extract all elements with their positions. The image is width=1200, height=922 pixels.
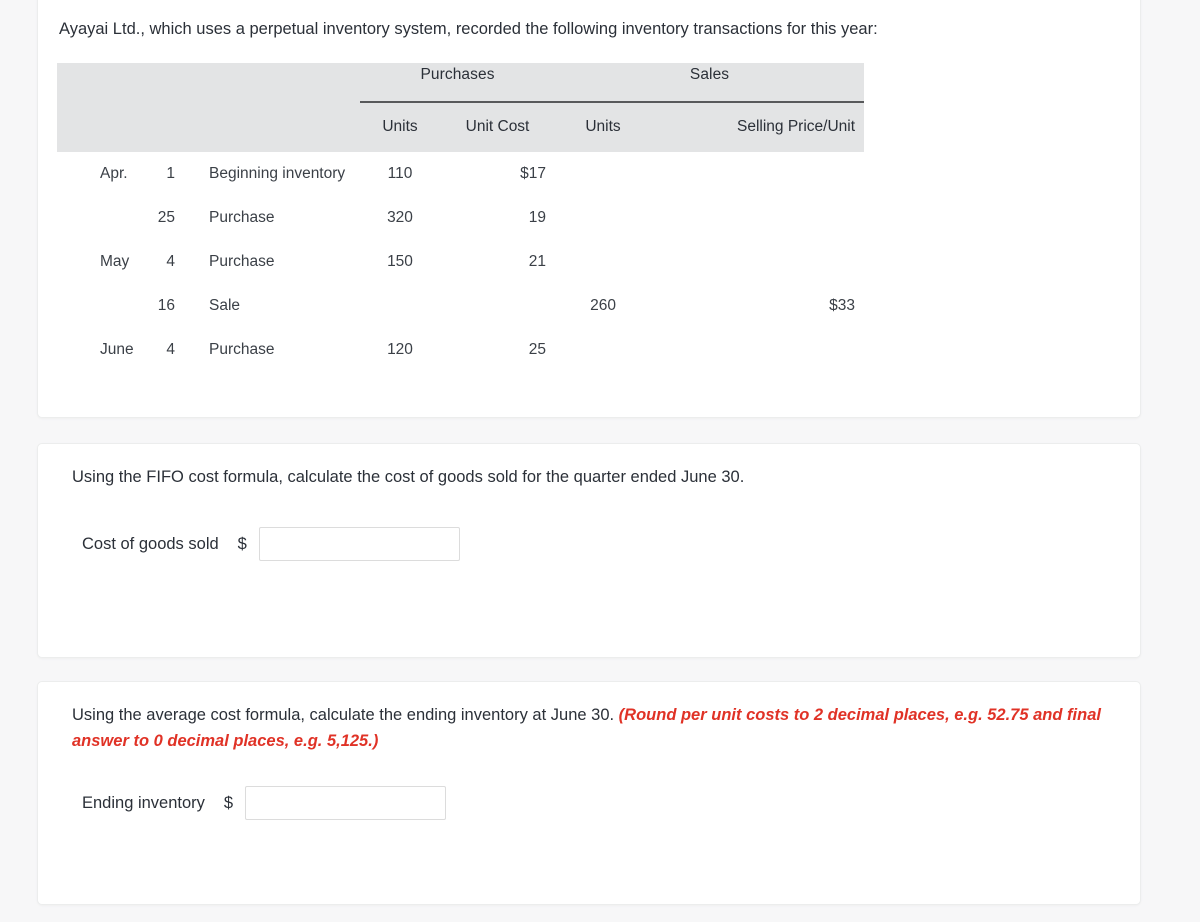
cell-description: Purchase xyxy=(209,209,275,226)
table-header: Purchases Sales Units Unit Cost Units Se… xyxy=(57,63,865,152)
cell-purchase-units: 120 xyxy=(387,341,413,358)
table-row: Apr. 1 Beginning inventory 110 $17 xyxy=(57,152,864,196)
column-header-selling-price-unit: Selling Price/Unit xyxy=(651,105,865,152)
inventory-transactions-table: Purchases Sales Units Unit Cost Units Se… xyxy=(57,63,865,372)
cell-month: May xyxy=(100,253,130,270)
cell-purchase-units: 150 xyxy=(387,253,413,270)
column-header-description xyxy=(181,105,360,152)
table-body: Apr. 1 Beginning inventory 110 $17 25 Pu… xyxy=(57,152,864,372)
average-question-text: Using the average cost formula, calculat… xyxy=(72,702,1112,754)
column-header-purchase-unit-cost: Unit Cost xyxy=(440,105,556,152)
cost-of-goods-sold-input[interactable] xyxy=(258,527,460,561)
table-row: May 4 Purchase 150 21 xyxy=(57,240,864,284)
cell-purchase-units xyxy=(360,284,440,328)
exercise-page: Ayayai Ltd., which uses a perpetual inve… xyxy=(0,0,1200,922)
ending-inventory-input[interactable] xyxy=(245,786,447,820)
cell-sales-units xyxy=(555,196,651,240)
purchases-underline xyxy=(360,100,556,103)
cell-sales-units xyxy=(555,240,651,284)
transactions-card: Ayayai Ltd., which uses a perpetual inve… xyxy=(37,0,1141,418)
column-header-month xyxy=(57,105,119,152)
group-header-sales-label: Sales xyxy=(689,65,730,83)
column-header-day xyxy=(119,105,181,152)
cell-purchase-unit-cost xyxy=(440,284,555,328)
cell-purchase-unit-cost: 21 xyxy=(528,253,547,270)
cell-day: 1 xyxy=(166,165,175,182)
cell-month: June xyxy=(100,341,134,358)
cost-of-goods-sold-label: Cost of goods sold xyxy=(82,534,219,553)
average-cost-question-card: Using the average cost formula, calculat… xyxy=(37,681,1141,905)
group-header-sales: Sales xyxy=(555,63,865,105)
cell-sales-units: 260 xyxy=(590,297,616,314)
column-header-row: Units Unit Cost Units Selling Price/Unit xyxy=(57,105,865,152)
group-header-spacer xyxy=(57,63,360,105)
column-header-purchase-units: Units xyxy=(360,105,440,152)
cell-selling-price xyxy=(651,328,864,372)
cell-purchase-unit-cost: 25 xyxy=(528,341,547,358)
cell-month xyxy=(57,196,119,240)
cell-description: Beginning inventory xyxy=(209,165,346,182)
cell-purchase-units: 320 xyxy=(387,209,413,226)
cell-selling-price xyxy=(651,152,864,196)
fifo-answer-row: Cost of goods sold $ xyxy=(82,527,460,561)
table-row: 16 Sale 260 $33 xyxy=(57,284,864,328)
cell-day: 25 xyxy=(157,209,175,226)
cell-selling-price xyxy=(651,240,864,284)
cell-selling-price xyxy=(651,196,864,240)
cell-selling-price: $33 xyxy=(829,297,856,314)
table-row: 25 Purchase 320 19 xyxy=(57,196,864,240)
cell-sales-units xyxy=(555,328,651,372)
group-header-purchases-label: Purchases xyxy=(420,65,495,83)
dollar-sign-icon: $ xyxy=(237,534,247,553)
cell-description: Purchase xyxy=(209,253,275,270)
cell-sales-units xyxy=(555,152,651,196)
cell-day: 16 xyxy=(157,297,175,314)
fifo-question-card: Using the FIFO cost formula, calculate t… xyxy=(37,443,1141,658)
cell-purchase-unit-cost: $17 xyxy=(520,165,547,182)
column-header-sales-units: Units xyxy=(555,105,652,152)
group-header-row: Purchases Sales xyxy=(57,63,865,105)
cell-purchase-unit-cost: 19 xyxy=(528,209,547,226)
cell-description: Purchase xyxy=(209,341,275,358)
cell-month: Apr. xyxy=(100,165,128,182)
cell-month xyxy=(57,284,119,328)
group-header-purchases: Purchases xyxy=(360,63,556,105)
cell-description: Sale xyxy=(209,297,241,314)
average-answer-row: Ending inventory $ xyxy=(82,786,447,820)
cell-purchase-units: 110 xyxy=(387,165,413,182)
average-question-main: Using the average cost formula, calculat… xyxy=(72,706,615,724)
dollar-sign-icon: $ xyxy=(223,793,234,812)
ending-inventory-label: Ending inventory xyxy=(82,793,205,812)
sales-underline xyxy=(555,100,865,103)
intro-text: Ayayai Ltd., which uses a perpetual inve… xyxy=(59,20,878,38)
table-row: June 4 Purchase 120 25 xyxy=(57,328,864,372)
fifo-question-text: Using the FIFO cost formula, calculate t… xyxy=(72,468,745,486)
